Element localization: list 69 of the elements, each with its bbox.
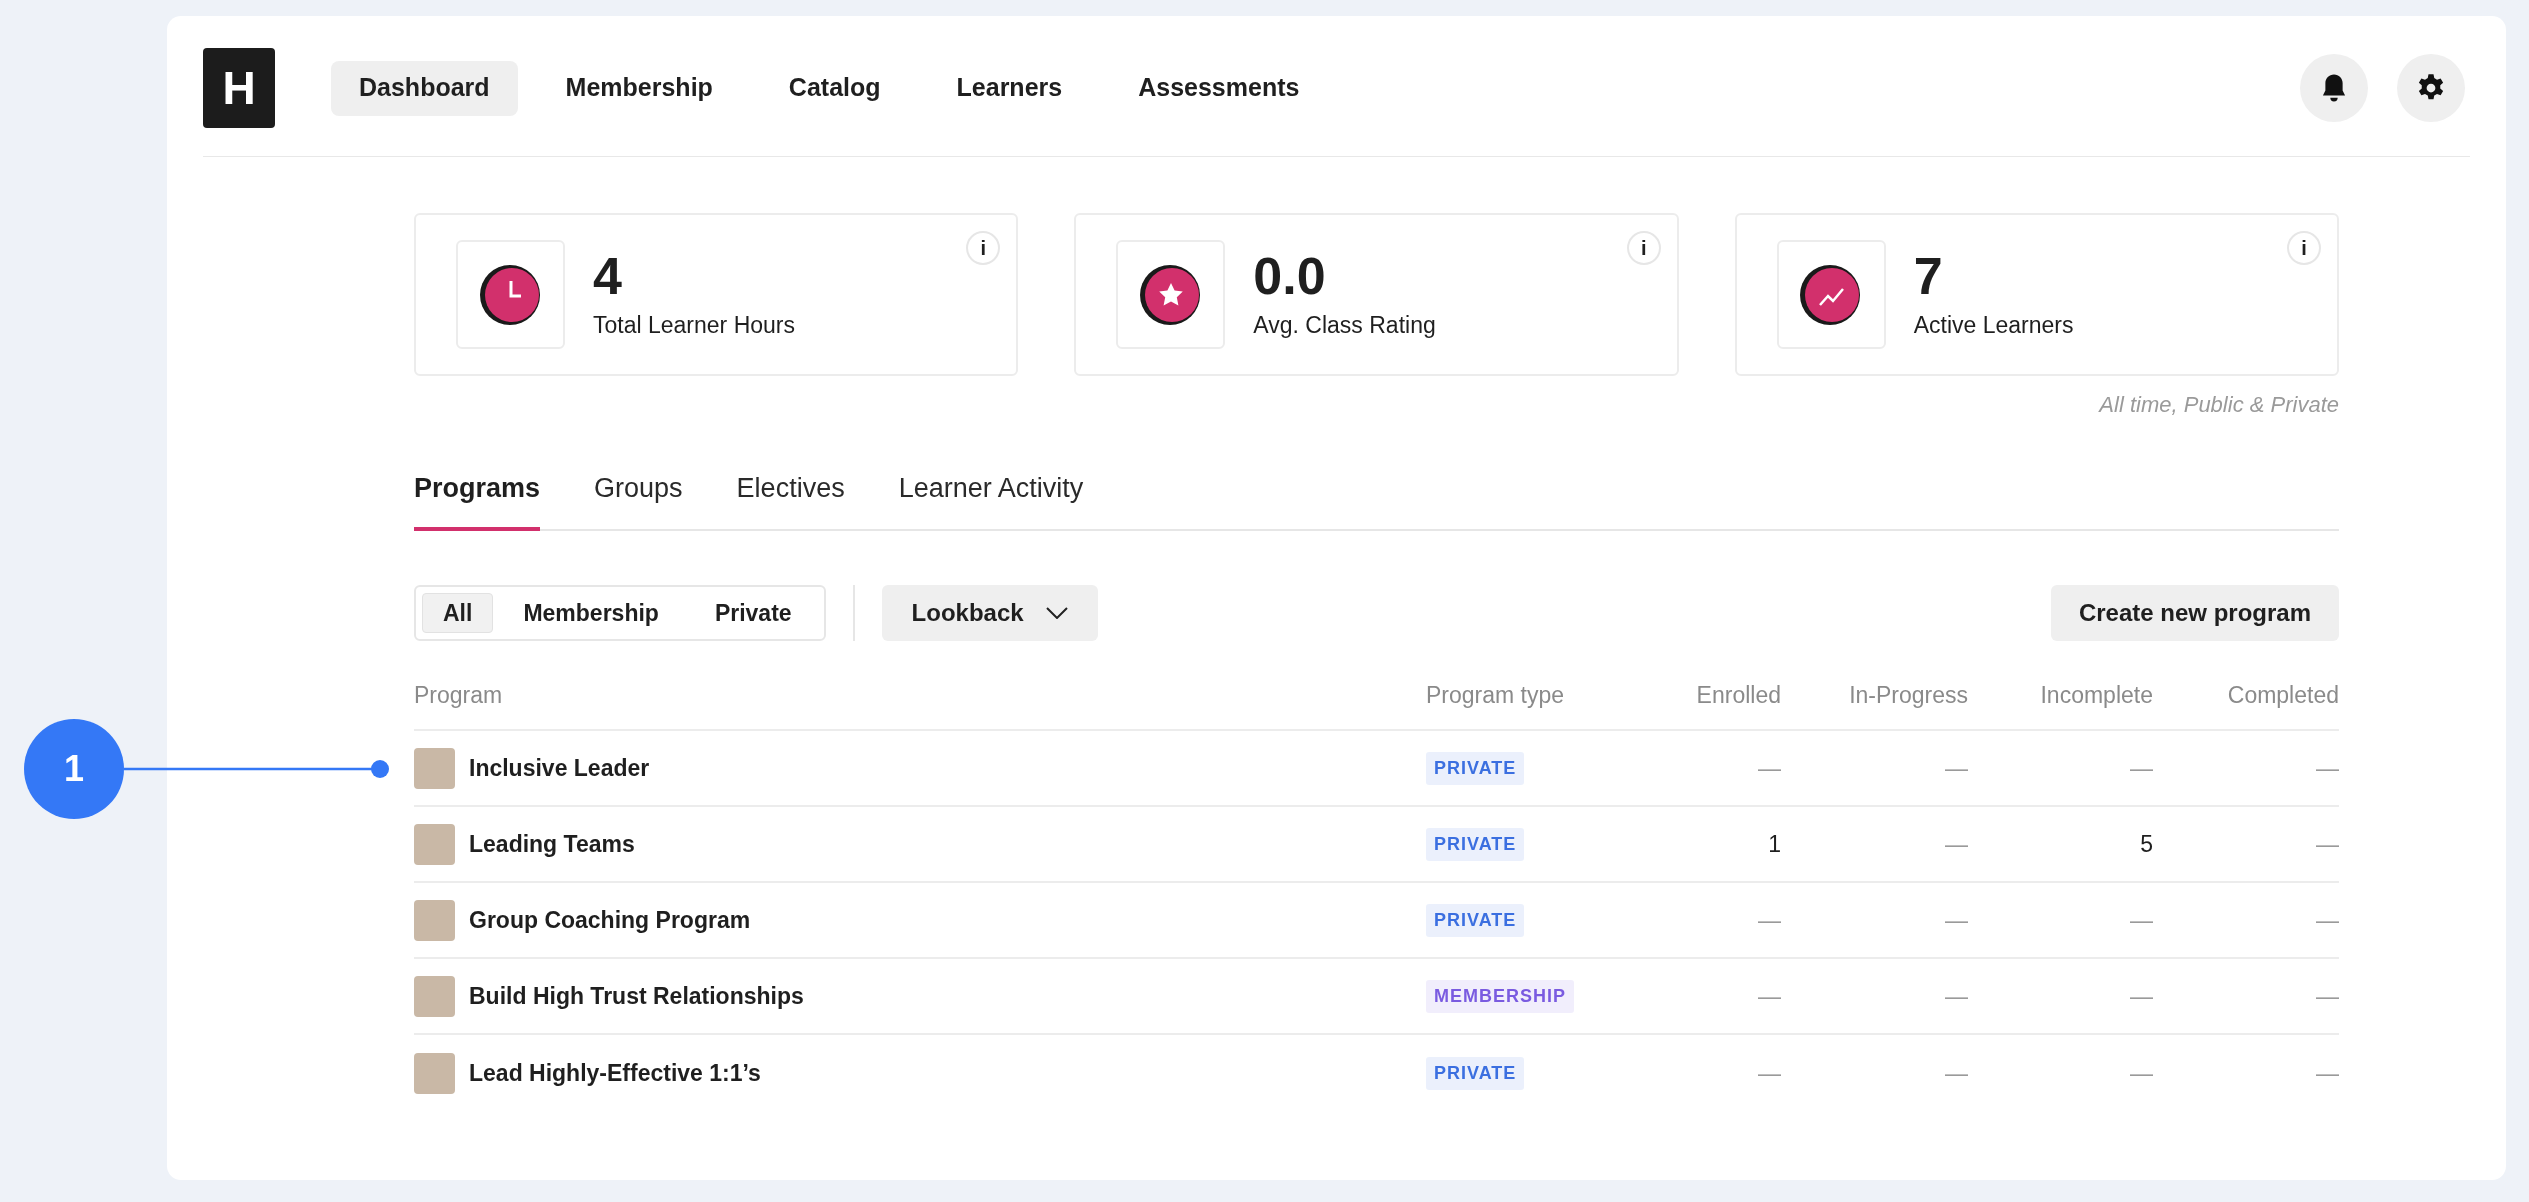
program-name[interactable]: Lead Highly-Effective 1:1’s xyxy=(469,1055,761,1091)
info-button[interactable]: i xyxy=(966,231,1001,265)
nav-tab[interactable]: Membership xyxy=(537,60,741,116)
table-cell-text: — xyxy=(2315,1058,2339,1088)
section-tab[interactable]: Groups xyxy=(594,449,683,531)
stats-scope-note: All time, Public & Private xyxy=(2099,391,2339,419)
table-cell-text: — xyxy=(1944,981,1968,1011)
column-header: Program xyxy=(414,680,504,710)
table-cell-text: — xyxy=(1757,753,1781,783)
table-cell-text: — xyxy=(2129,981,2153,1011)
column-header: Completed xyxy=(2226,680,2339,710)
stat-value: 0.0 xyxy=(1253,246,1327,307)
stat-value: 7 xyxy=(1913,246,1944,307)
table-cell-text: — xyxy=(2315,905,2339,935)
column-header: Program type xyxy=(1426,680,1566,710)
section-tab[interactable]: Electives xyxy=(736,449,845,531)
program-name[interactable]: Inclusive Leader xyxy=(469,750,650,786)
filter-option[interactable]: All xyxy=(422,593,494,633)
program-type-tag: PRIVATE xyxy=(1426,903,1525,937)
filter-option[interactable]: Membership xyxy=(497,593,685,633)
photo-placeholder xyxy=(414,899,455,941)
column-header: In-Progress xyxy=(1848,680,1968,710)
table-cell-text: 5 xyxy=(2139,829,2153,859)
stat-label: Active Learners xyxy=(1913,311,2074,341)
table-cell-text: — xyxy=(1757,905,1781,935)
table-cell-text: 1 xyxy=(1767,829,1781,859)
photo-placeholder xyxy=(414,975,455,1017)
column-header: Incomplete xyxy=(2039,680,2153,710)
table-cell-text: — xyxy=(2315,753,2339,783)
stat-label: Avg. Class Rating xyxy=(1253,311,1436,341)
table-cell-text: — xyxy=(2129,753,2153,783)
program-type-tag: PRIVATE xyxy=(1426,827,1525,861)
table-cell-text: — xyxy=(1944,1058,1968,1088)
program-type-tag: MEMBERSHIP xyxy=(1426,979,1574,1013)
table-cell-text: — xyxy=(2129,1058,2153,1088)
stat-label: Total Learner Hours xyxy=(593,311,795,341)
column-header: Enrolled xyxy=(1695,680,1781,710)
table-cell-text: — xyxy=(1757,1058,1781,1088)
info-button[interactable]: i xyxy=(1626,231,1661,265)
logo[interactable]: H xyxy=(203,48,275,128)
stat-value: 4 xyxy=(593,246,623,307)
chevron-down-icon xyxy=(1045,607,1068,619)
table-cell-text: — xyxy=(1944,829,1968,859)
table-cell-text: — xyxy=(2315,981,2339,1011)
program-name[interactable]: Build High Trust Relationships xyxy=(469,978,804,1014)
info-button[interactable]: i xyxy=(2287,231,2321,265)
program-name[interactable]: Group Coaching Program xyxy=(469,902,751,938)
nav-tab[interactable]: Assessments xyxy=(1110,60,1328,116)
program-type-tag: PRIVATE xyxy=(1426,751,1525,785)
section-tab[interactable]: Learner Activity xyxy=(898,449,1084,531)
filter-option[interactable]: Private xyxy=(688,593,818,633)
photo-placeholder xyxy=(414,823,455,865)
table-cell-text: — xyxy=(2129,905,2153,935)
lookback-dropdown[interactable]: Lookback xyxy=(881,585,1098,641)
section-tab[interactable]: Programs xyxy=(414,449,541,531)
nav-tab[interactable]: Learners xyxy=(928,60,1091,116)
nav-tab[interactable]: Catalog xyxy=(760,60,909,116)
table-cell-text: — xyxy=(1944,905,1968,935)
nav-tab[interactable]: Dashboard xyxy=(331,60,518,116)
table-cell-text: — xyxy=(1944,753,1968,783)
annotation-marker: 1 xyxy=(24,719,124,819)
photo-placeholder xyxy=(414,1052,455,1094)
photo-placeholder xyxy=(414,747,455,789)
create-program-button[interactable]: Create new program xyxy=(2050,585,2339,641)
program-type-tag: PRIVATE xyxy=(1426,1056,1525,1090)
table-cell-text: — xyxy=(1757,981,1781,1011)
clock-icon xyxy=(478,262,543,327)
table-cell-text: — xyxy=(2315,829,2339,859)
program-name[interactable]: Leading Teams xyxy=(469,826,635,862)
